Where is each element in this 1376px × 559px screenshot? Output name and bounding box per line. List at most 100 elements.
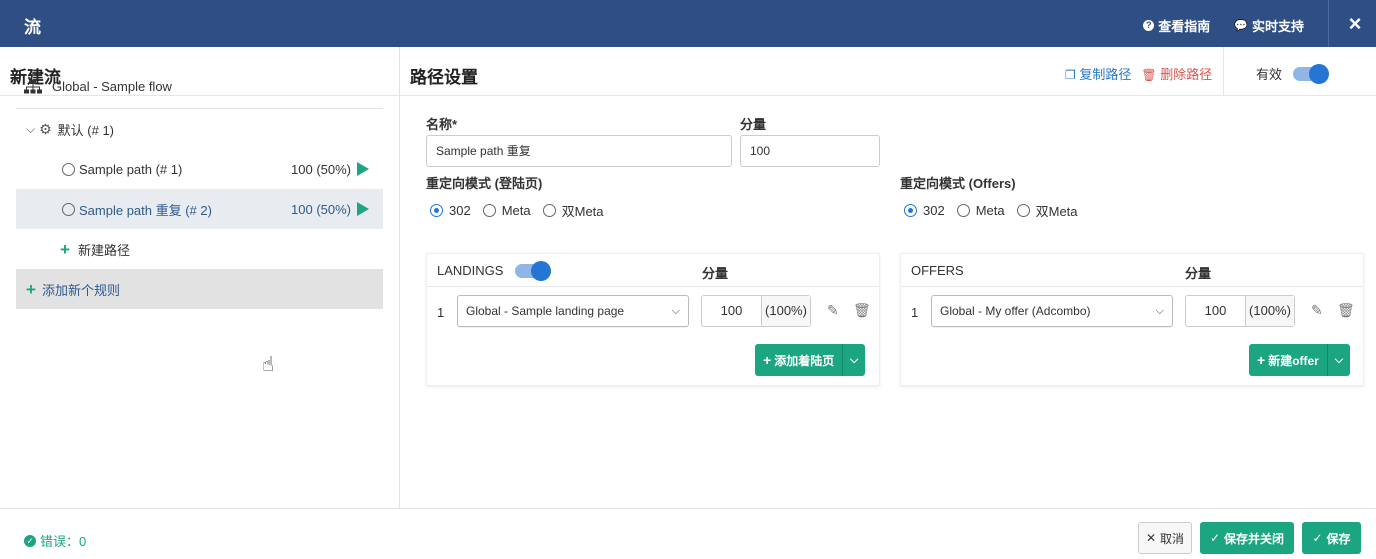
top-divider bbox=[1328, 0, 1329, 47]
path-radio[interactable] bbox=[62, 162, 75, 176]
pencil-icon[interactable]: ✎ bbox=[827, 302, 839, 319]
add-rule-label: 添加新个规则 bbox=[41, 282, 120, 298]
radio[interactable] bbox=[956, 204, 970, 217]
redirect-landing-radio-group: 302 Meta 双Meta bbox=[430, 201, 616, 220]
landing-select[interactable]: Global - Sample landing page ⌵ bbox=[457, 295, 689, 327]
sitemap-icon bbox=[24, 79, 42, 93]
trash-icon[interactable]: 🗑 bbox=[853, 302, 871, 319]
support-link[interactable]: 💬 实时支持 bbox=[1234, 16, 1304, 35]
path-label: Sample path 重复 (# 2) bbox=[79, 202, 212, 218]
chevron-down-icon: ⌵ bbox=[1155, 305, 1164, 317]
landings-title: LANDINGS bbox=[437, 263, 504, 278]
errors-label: 错误：0 bbox=[40, 534, 87, 549]
radio-selected[interactable] bbox=[904, 204, 917, 217]
play-icon[interactable] bbox=[357, 202, 369, 216]
radio[interactable] bbox=[482, 204, 496, 217]
chevron-down-icon: ⌵ bbox=[671, 305, 680, 317]
add-offer-main[interactable]: + 新建offer bbox=[1249, 344, 1328, 376]
add-offer-button[interactable]: + 新建offer ⌵ bbox=[1249, 344, 1350, 376]
path-settings-title: 路径设置 bbox=[410, 68, 478, 87]
close-icon[interactable]: × bbox=[1344, 11, 1366, 37]
gear-icon: ⚙ bbox=[39, 120, 52, 137]
path-settings-header: 路径设置 ❐ 复制路径 🗑 删除路径 有效 bbox=[400, 47, 1376, 96]
delete-path-label: 删除路径 bbox=[1160, 67, 1213, 82]
pencil-icon[interactable]: ✎ bbox=[1311, 302, 1323, 319]
offer-select[interactable]: Global - My offer (Adcombo) ⌵ bbox=[931, 295, 1173, 327]
flow-tree: Global - Sample flow ⌵ ⚙ 默认 (# 1) Sample… bbox=[16, 65, 383, 309]
radio[interactable] bbox=[1016, 204, 1030, 217]
flow-item[interactable]: Global - Sample flow bbox=[16, 65, 383, 109]
offer-weight-group: 100 (100%) bbox=[1185, 295, 1295, 327]
add-rule-button[interactable]: + 添加新个规则 bbox=[16, 269, 383, 309]
redirect-offers-label: 重定向模式 (Offers) bbox=[900, 176, 1016, 191]
check-icon: ✓ bbox=[1209, 531, 1221, 545]
check-circle-icon: ✓ bbox=[24, 534, 36, 547]
path-share: 100 (50%) bbox=[291, 161, 351, 177]
copy-path-button[interactable]: ❐ 复制路径 bbox=[1065, 64, 1131, 83]
redirect-landing-label: 重定向模式 (登陆页) bbox=[426, 176, 543, 191]
radio-selected[interactable] bbox=[430, 204, 443, 217]
radio-option-double-meta[interactable]: 双Meta bbox=[542, 201, 604, 220]
plus-icon: + bbox=[1257, 352, 1266, 368]
delete-path-button[interactable]: 🗑 删除路径 bbox=[1141, 64, 1212, 83]
radio-option-meta[interactable]: Meta bbox=[482, 203, 531, 218]
play-icon[interactable] bbox=[357, 162, 369, 176]
guide-label: 查看指南 bbox=[1158, 19, 1211, 34]
landings-toggle[interactable] bbox=[515, 261, 551, 281]
radio-option-302[interactable]: 302 bbox=[904, 203, 945, 218]
share-input[interactable]: 100 bbox=[740, 135, 880, 167]
guide-link[interactable]: ? 查看指南 bbox=[1143, 16, 1210, 35]
landings-header: LANDINGS 分量 bbox=[427, 254, 879, 287]
offers-header: OFFERS 分量 bbox=[901, 254, 1363, 287]
top-bar: 流 ? 查看指南 💬 实时支持 × bbox=[0, 0, 1376, 47]
landings-panel: LANDINGS 分量 1 Global - Sample landing pa… bbox=[426, 253, 880, 386]
toggle-knob bbox=[531, 261, 551, 281]
path-actions: ❐ 复制路径 🗑 删除路径 bbox=[1065, 64, 1212, 83]
add-landing-main[interactable]: + 添加着陆页 bbox=[755, 344, 844, 376]
add-landing-button[interactable]: + 添加着陆页 ⌵ bbox=[755, 344, 866, 376]
path-radio[interactable] bbox=[62, 202, 75, 216]
chevron-down-icon[interactable]: ⌵ bbox=[26, 122, 35, 137]
offer-select-value: Global - My offer (Adcombo) bbox=[940, 304, 1091, 318]
header-divider bbox=[1223, 47, 1224, 96]
row-number: 1 bbox=[437, 305, 445, 320]
path-item[interactable]: Sample path (# 1) 100 (50%) bbox=[16, 149, 383, 189]
active-toggle[interactable] bbox=[1293, 64, 1329, 84]
add-offer-label: 新建offer bbox=[1268, 353, 1319, 368]
rule-label: 默认 (# 1) bbox=[57, 122, 115, 138]
landing-select-value: Global - Sample landing page bbox=[466, 304, 625, 318]
new-path-button[interactable]: + 新建路径 bbox=[16, 229, 383, 269]
offers-share-header: 分量 bbox=[1185, 266, 1212, 281]
name-input[interactable]: Sample path 重复 bbox=[426, 135, 732, 167]
chevron-down-icon[interactable]: ⌵ bbox=[843, 354, 865, 367]
hand-cursor-icon: ☝ bbox=[262, 354, 275, 376]
add-landing-label: 添加着陆页 bbox=[774, 353, 835, 368]
save-button[interactable]: ✓ 保存 bbox=[1302, 522, 1361, 554]
plus-icon: + bbox=[60, 239, 70, 259]
trash-icon: 🗑 bbox=[1141, 68, 1157, 82]
name-label: 名称* bbox=[426, 117, 458, 132]
save-and-close-button[interactable]: ✓ 保存并关闭 bbox=[1200, 522, 1294, 554]
offers-title: OFFERS bbox=[911, 263, 964, 278]
redirect-offers-radio-group: 302 Meta 双Meta bbox=[904, 201, 1090, 220]
flow-label: Global - Sample flow bbox=[52, 79, 172, 94]
offer-weight-percent: (100%) bbox=[1246, 296, 1294, 326]
radio-option-302[interactable]: 302 bbox=[430, 203, 471, 218]
active-label: 有效 bbox=[1256, 67, 1283, 82]
errors-status: ✓ 错误：0 bbox=[24, 531, 86, 550]
path-share: 100 (50%) bbox=[291, 201, 351, 217]
radio-option-meta[interactable]: Meta bbox=[956, 203, 1005, 218]
chat-icon: 💬 bbox=[1234, 20, 1248, 32]
share-label: 分量 bbox=[740, 117, 767, 132]
landings-share-header: 分量 bbox=[702, 266, 729, 281]
radio-option-double-meta[interactable]: 双Meta bbox=[1016, 201, 1078, 220]
landing-weight-input[interactable]: 100 bbox=[702, 296, 762, 326]
cancel-button[interactable]: ✕ 取消 bbox=[1138, 522, 1192, 554]
offer-weight-input[interactable]: 100 bbox=[1186, 296, 1246, 326]
trash-icon[interactable]: 🗑 bbox=[1337, 302, 1355, 319]
landing-weight-group: 100 (100%) bbox=[701, 295, 811, 327]
chevron-down-icon[interactable]: ⌵ bbox=[1328, 354, 1350, 367]
rule-item[interactable]: ⌵ ⚙ 默认 (# 1) bbox=[16, 109, 383, 149]
radio[interactable] bbox=[542, 204, 556, 217]
path-item-selected[interactable]: Sample path 重复 (# 2) 100 (50%) bbox=[16, 189, 383, 229]
